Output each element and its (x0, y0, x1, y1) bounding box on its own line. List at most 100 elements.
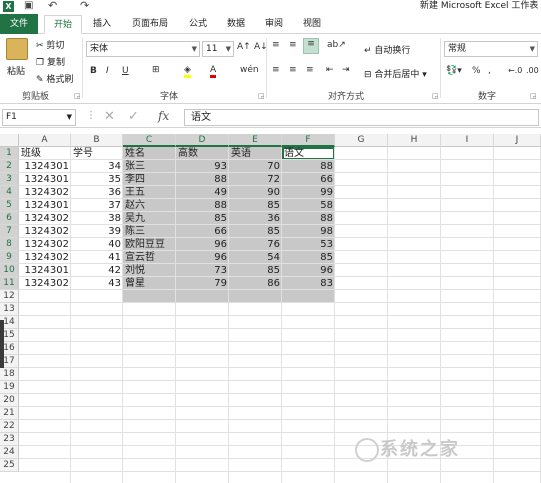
row-header-22[interactable]: 22 (0, 420, 19, 433)
align-bottom-icon[interactable]: ≡ (303, 38, 319, 54)
cell-e3[interactable]: 72 (229, 173, 282, 186)
row-header-11[interactable]: 11 (0, 277, 19, 290)
cell-f11[interactable]: 83 (282, 277, 335, 290)
tab-review[interactable]: 审阅 (256, 15, 292, 34)
cell-c3[interactable]: 李四 (123, 173, 176, 186)
cell-f5[interactable]: 58 (282, 199, 335, 212)
cell-f2[interactable]: 88 (282, 160, 335, 173)
row-header-1[interactable]: 1 (0, 147, 19, 160)
row-header-24[interactable]: 24 (0, 446, 19, 459)
cell-e10[interactable]: 85 (229, 264, 282, 277)
paste-button[interactable]: 粘贴 (7, 64, 25, 77)
row-header-2[interactable]: 2 (0, 160, 19, 173)
cell-e1[interactable]: 英语 (229, 147, 282, 160)
column-header-e[interactable]: E (229, 134, 282, 147)
cell-f1[interactable]: 语文 (282, 147, 335, 160)
tab-home[interactable]: 开始 (44, 15, 82, 34)
cell-c2[interactable]: 张三 (123, 160, 176, 173)
tab-formulas[interactable]: 公式 (180, 15, 216, 34)
cell-f3[interactable]: 66 (282, 173, 335, 186)
cell-a10[interactable]: 1324301 (19, 264, 71, 277)
increase-decimal-icon[interactable]: ←.0 (508, 66, 522, 75)
row-header-21[interactable]: 21 (0, 407, 19, 420)
cell-f8[interactable]: 53 (282, 238, 335, 251)
column-header-f[interactable]: F (282, 134, 335, 147)
font-launcher-icon[interactable]: ◲ (258, 92, 265, 100)
redo-icon[interactable]: ↷ (80, 0, 89, 12)
cell-c5[interactable]: 赵六 (123, 199, 176, 212)
row-header-7[interactable]: 7 (0, 225, 19, 238)
font-color-icon[interactable]: A (210, 65, 217, 78)
cell-d7[interactable]: 66 (176, 225, 229, 238)
tab-view[interactable]: 视图 (294, 15, 330, 34)
column-header-a[interactable]: A (19, 134, 71, 147)
cell-c10[interactable]: 刘悦 (123, 264, 176, 277)
insert-function-icon[interactable]: fx (158, 109, 169, 123)
cell-a5[interactable]: 1324301 (19, 199, 71, 212)
cancel-icon[interactable]: ✕ (104, 109, 115, 124)
cell-e6[interactable]: 36 (229, 212, 282, 225)
align-right-icon[interactable]: ≡ (306, 65, 314, 75)
tab-page-layout[interactable]: 页面布局 (122, 15, 178, 34)
clipboard-launcher-icon[interactable]: ◲ (74, 92, 81, 100)
column-header-d[interactable]: D (176, 134, 229, 147)
align-center-icon[interactable]: ≡ (289, 65, 297, 75)
cell-d9[interactable]: 96 (176, 251, 229, 264)
undo-icon[interactable]: ↶ (48, 0, 57, 12)
phonetic-icon[interactable]: wén (240, 65, 259, 75)
cut-button[interactable]: ✂ 剪切 (36, 38, 64, 51)
row-header-13[interactable]: 13 (0, 303, 19, 316)
cell-b11[interactable]: 43 (71, 277, 123, 290)
cell-a3[interactable]: 1324301 (19, 173, 71, 186)
increase-indent-icon[interactable]: ⇥ (342, 65, 350, 75)
cell-f9[interactable]: 85 (282, 251, 335, 264)
cell-a1[interactable]: 班级 (19, 147, 71, 160)
cell-c11[interactable]: 曾星 (123, 277, 176, 290)
align-middle-icon[interactable]: ≡ (289, 40, 297, 50)
cell-e8[interactable]: 76 (229, 238, 282, 251)
decrease-indent-icon[interactable]: ⇤ (326, 65, 334, 75)
font-name-combo[interactable]: 宋体 ▼ (86, 41, 200, 57)
cell-b4[interactable]: 36 (71, 186, 123, 199)
currency-icon[interactable]: 💱▾ (446, 66, 462, 76)
cell-b7[interactable]: 39 (71, 225, 123, 238)
percent-button[interactable]: % (472, 66, 481, 76)
worksheet-grid[interactable]: ABCDEFGHIJ 1 2 3 4 5 6 7 8 9 10 11 12 13 14 15 16 17 18 19… (0, 134, 541, 483)
row-header-3[interactable]: 3 (0, 173, 19, 186)
cell-e9[interactable]: 54 (229, 251, 282, 264)
alignment-launcher-icon[interactable]: ◲ (432, 92, 439, 100)
formula-input[interactable]: 语文 (184, 109, 539, 126)
wrap-text-button[interactable]: ↵ 自动换行 (364, 43, 410, 56)
row-header-8[interactable]: 8 (0, 238, 19, 251)
column-header-c[interactable]: C (123, 134, 176, 147)
cell-d6[interactable]: 85 (176, 212, 229, 225)
cell-a2[interactable]: 1324301 (19, 160, 71, 173)
row-header-18[interactable]: 18 (0, 368, 19, 381)
cell-e5[interactable]: 85 (229, 199, 282, 212)
cell-d3[interactable]: 88 (176, 173, 229, 186)
cell-a6[interactable]: 1324302 (19, 212, 71, 225)
row-header-6[interactable]: 6 (0, 212, 19, 225)
column-header-b[interactable]: B (71, 134, 123, 147)
column-header-j[interactable]: J (494, 134, 541, 147)
cell-a4[interactable]: 1324302 (19, 186, 71, 199)
cell-c8[interactable]: 欧阳豆豆 (123, 238, 176, 251)
tab-data[interactable]: 数据 (218, 15, 254, 34)
italic-button[interactable]: I (106, 66, 109, 76)
row-header-10[interactable]: 10 (0, 264, 19, 277)
decrease-decimal-icon[interactable]: .00 (526, 66, 539, 75)
cell-a9[interactable]: 1324302 (19, 251, 71, 264)
cell-d11[interactable]: 79 (176, 277, 229, 290)
cell-c9[interactable]: 宣云哲 (123, 251, 176, 264)
column-header-i[interactable]: I (441, 134, 494, 147)
row-header-25[interactable]: 25 (0, 459, 19, 472)
align-top-icon[interactable]: ≡ (272, 40, 280, 50)
row-header-19[interactable]: 19 (0, 381, 19, 394)
cell-b9[interactable]: 41 (71, 251, 123, 264)
cell-e7[interactable]: 85 (229, 225, 282, 238)
cell-d5[interactable]: 88 (176, 199, 229, 212)
cell-d2[interactable]: 93 (176, 160, 229, 173)
orientation-icon[interactable]: ab↗ (327, 40, 346, 50)
cell-d4[interactable]: 49 (176, 186, 229, 199)
number-format-combo[interactable]: 常规 ▼ (444, 41, 538, 57)
